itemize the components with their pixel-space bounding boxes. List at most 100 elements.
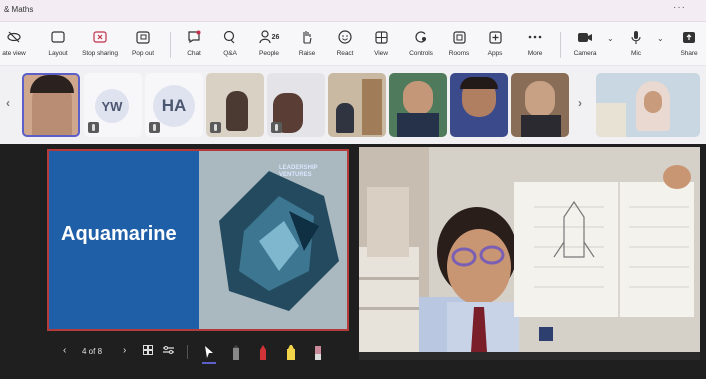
participant-video: [596, 103, 626, 137]
more-options-icon[interactable]: ···: [673, 2, 686, 13]
brand-line-2: VENTURES: [279, 172, 312, 178]
people-button[interactable]: 26 People: [254, 28, 284, 62]
raise-hand-icon: [301, 28, 313, 46]
strip-next-arrow-icon[interactable]: ›: [578, 96, 582, 110]
participant-avatar: HA: [153, 85, 195, 127]
mic-label: Mic: [631, 50, 641, 57]
previous-slide-button[interactable]: ‹: [63, 345, 66, 356]
teams-meeting-window: & Maths ··· ate view Layout Stop sharing…: [0, 0, 706, 379]
people-label: People: [259, 50, 279, 57]
eraser-icon[interactable]: [313, 345, 323, 364]
red-marker-icon[interactable]: [258, 345, 268, 364]
qa-button[interactable]: Q&A: [218, 28, 242, 62]
participant-video: [403, 81, 433, 115]
participant-tile[interactable]: [206, 73, 264, 137]
raise-hand-button[interactable]: Raise: [296, 28, 318, 62]
participant-tile[interactable]: [511, 73, 569, 137]
participant-tile[interactable]: [389, 73, 447, 137]
rooms-button[interactable]: Rooms: [446, 28, 472, 62]
react-button[interactable]: React: [334, 28, 356, 62]
raise-label: Raise: [298, 50, 316, 57]
camera-icon: [577, 28, 593, 46]
highlighter-icon[interactable]: [285, 345, 297, 364]
camera-label: Camera: [573, 50, 597, 57]
controls-button[interactable]: Controls: [404, 28, 438, 62]
shared-slide[interactable]: Aquamarine LEADERSHIP VENTURES: [47, 149, 349, 331]
pop-out-icon: [136, 28, 150, 46]
smiley-icon: [338, 28, 352, 46]
layout-label: Layout: [48, 50, 68, 57]
mic-off-icon: [149, 122, 160, 133]
private-view-label: ate view: [2, 50, 26, 57]
stop-sharing-label: Stop sharing: [82, 50, 118, 57]
people-icon-group: 26: [258, 28, 280, 46]
view-label: View: [374, 50, 388, 57]
more-button[interactable]: More: [522, 28, 548, 62]
mic-options-chevron-icon[interactable]: ⌄: [657, 34, 664, 43]
share-button[interactable]: Share: [676, 28, 702, 62]
more-label: More: [527, 50, 543, 57]
mic-button[interactable]: Mic: [624, 28, 648, 62]
stop-sharing-button[interactable]: Stop sharing: [78, 28, 122, 62]
participant-video: [644, 91, 662, 113]
participant-video: [397, 113, 439, 137]
apps-button[interactable]: Apps: [484, 28, 506, 62]
layout-icon: [51, 28, 65, 46]
people-count-badge: 26: [271, 33, 280, 41]
controls-icon: [414, 28, 428, 46]
participant-video: [521, 115, 561, 137]
next-slide-button[interactable]: ›: [123, 345, 126, 356]
slide-gemstone-image: [199, 151, 347, 329]
participant-tile[interactable]: HA: [145, 73, 203, 137]
private-view-button[interactable]: ate view: [0, 28, 28, 62]
participant-tile[interactable]: [328, 73, 386, 137]
toolbar-divider: [560, 32, 561, 58]
participant-tile[interactable]: YW: [84, 73, 142, 137]
qa-label: Q&A: [223, 50, 237, 57]
pen-tool-icon[interactable]: [231, 345, 241, 364]
microphone-icon: [631, 28, 641, 46]
slide-title: Aquamarine: [61, 223, 177, 245]
controls-divider: [187, 345, 188, 359]
mic-off-icon: [271, 122, 282, 133]
chat-label: Chat: [187, 50, 201, 57]
grid-view-icon[interactable]: [143, 345, 153, 358]
title-bar: & Maths ···: [0, 0, 706, 22]
participant-video: [460, 77, 498, 89]
strip-prev-arrow-icon[interactable]: ‹: [6, 96, 10, 110]
pointer-tool-icon[interactable]: [202, 345, 216, 364]
mic-off-icon: [88, 122, 99, 133]
brand-line-1: LEADERSHIP: [279, 165, 318, 171]
participant-tile[interactable]: [267, 73, 325, 137]
chat-button[interactable]: Chat: [182, 28, 206, 62]
meeting-stage: Aquamarine LEADERSHIP VENTURES ‹ 4 of 8 …: [0, 144, 706, 379]
camera-options-chevron-icon[interactable]: ⌄: [607, 34, 614, 43]
layout-button[interactable]: Layout: [44, 28, 72, 62]
apps-icon: [488, 28, 502, 46]
rooms-icon: [452, 28, 466, 46]
toolbar-divider: [170, 32, 171, 58]
view-button[interactable]: View: [370, 28, 392, 62]
settings-sliders-icon[interactable]: [163, 345, 174, 358]
participant-strip: ‹ YW HA ›: [0, 66, 706, 144]
camera-button[interactable]: Camera: [570, 28, 600, 62]
meeting-toolbar: ate view Layout Stop sharing Pop out Cha…: [0, 22, 706, 66]
gemstone-picture: [199, 151, 347, 329]
people-icon: [258, 30, 271, 44]
window-title: & Maths: [4, 5, 34, 14]
participant-main-video[interactable]: [359, 147, 700, 352]
react-label: React: [336, 50, 354, 57]
participant-video: [30, 75, 74, 93]
pop-out-button[interactable]: Pop out: [128, 28, 158, 62]
active-tool-indicator: [202, 362, 216, 364]
mic-off-icon: [210, 122, 221, 133]
apps-label: Apps: [487, 50, 503, 57]
participant-tile[interactable]: [22, 73, 80, 137]
controls-label: Controls: [409, 50, 433, 57]
video-bottom-bar: [359, 352, 700, 360]
share-icon: [682, 28, 696, 46]
participant-avatar: YW: [95, 89, 129, 123]
participant-tile[interactable]: [596, 73, 700, 137]
participant-tile[interactable]: [450, 73, 508, 137]
participant-video: [226, 91, 248, 131]
